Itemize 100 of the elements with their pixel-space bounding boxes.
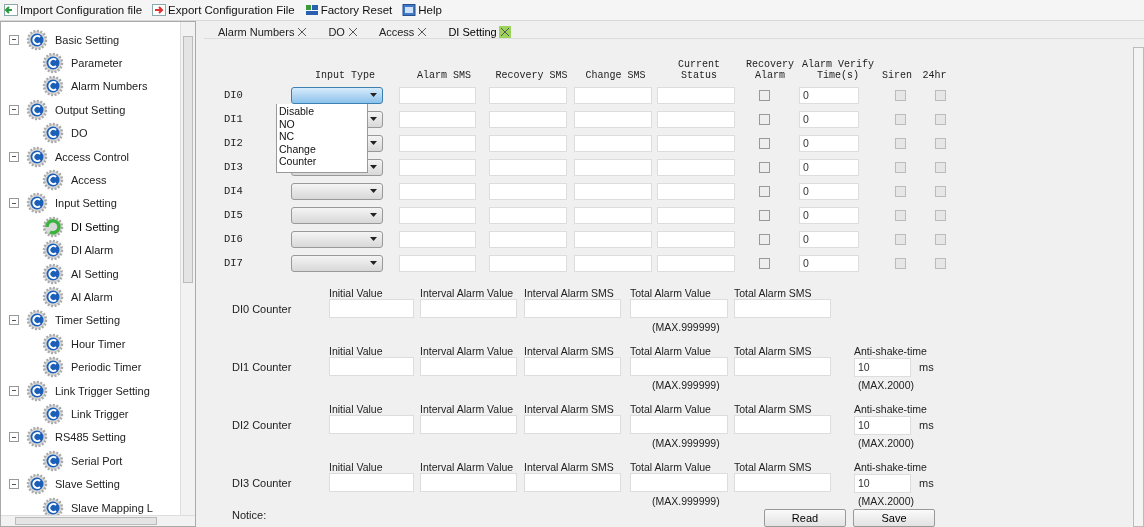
- text-field[interactable]: [524, 357, 621, 376]
- text-field[interactable]: [657, 134, 735, 152]
- text-field[interactable]: [420, 357, 517, 376]
- text-field[interactable]: [657, 110, 735, 128]
- tree-item[interactable]: DO: [69, 126, 90, 141]
- collapse-toggle[interactable]: [9, 104, 19, 115]
- text-field[interactable]: [524, 299, 621, 318]
- text-field[interactable]: [399, 158, 476, 176]
- text-field[interactable]: [399, 254, 476, 272]
- tree-item[interactable]: Timer Setting: [53, 313, 122, 328]
- tree-item[interactable]: AI Alarm: [69, 290, 115, 304]
- collapse-toggle[interactable]: [9, 479, 19, 490]
- checkbox[interactable]: [759, 233, 770, 245]
- text-field[interactable]: [489, 134, 567, 152]
- text-field[interactable]: 10: [854, 415, 911, 435]
- dropdown[interactable]: [291, 206, 383, 224]
- collapse-toggle[interactable]: [9, 151, 19, 162]
- text-field[interactable]: [329, 415, 414, 434]
- text-field[interactable]: 10: [854, 473, 911, 493]
- text-field[interactable]: 0: [799, 182, 859, 200]
- tab[interactable]: DO: [326, 26, 361, 38]
- text-field[interactable]: [630, 473, 728, 492]
- text-field[interactable]: [734, 415, 831, 434]
- scrollbar[interactable]: [180, 22, 195, 516]
- text-field[interactable]: [574, 254, 652, 272]
- dropdown-option[interactable]: NC: [277, 130, 367, 143]
- scrollbar[interactable]: [1133, 47, 1144, 527]
- collapse-toggle[interactable]: [9, 315, 19, 326]
- tree-item[interactable]: Access: [69, 173, 109, 188]
- text-field[interactable]: 0: [799, 134, 859, 152]
- text-field[interactable]: [489, 230, 567, 248]
- text-field[interactable]: [489, 158, 567, 176]
- text-field[interactable]: 0: [799, 158, 859, 176]
- text-field[interactable]: [630, 357, 728, 376]
- tree-item[interactable]: Access Control: [53, 149, 131, 164]
- dropdown-option[interactable]: Change: [277, 142, 367, 155]
- text-field[interactable]: [574, 134, 652, 152]
- text-field[interactable]: [734, 357, 831, 376]
- text-field[interactable]: [420, 473, 517, 492]
- tree-item[interactable]: Hour Timer: [69, 336, 128, 351]
- tree-item[interactable]: Link Trigger: [69, 406, 131, 421]
- text-field[interactable]: [489, 206, 567, 224]
- tree-item[interactable]: Output Setting: [53, 102, 128, 117]
- text-field[interactable]: [574, 86, 652, 104]
- tree-item[interactable]: Link Trigger Setting: [53, 383, 152, 398]
- tab[interactable]: Alarm Numbers: [216, 26, 311, 38]
- text-field[interactable]: [489, 254, 567, 272]
- text-field[interactable]: [657, 158, 735, 176]
- action-button[interactable]: Save: [853, 509, 935, 527]
- text-field[interactable]: [657, 182, 735, 200]
- text-field[interactable]: [657, 230, 735, 248]
- text-field[interactable]: [657, 206, 735, 224]
- text-field[interactable]: [574, 158, 652, 176]
- text-field[interactable]: 0: [799, 110, 859, 128]
- tree-item[interactable]: Slave Setting: [53, 477, 122, 492]
- text-field[interactable]: 0: [799, 206, 859, 224]
- text-field[interactable]: [630, 299, 728, 318]
- text-field[interactable]: [399, 134, 476, 152]
- toolbar-button[interactable]: Import Configuration file: [4, 4, 143, 16]
- text-field[interactable]: [329, 473, 414, 492]
- checkbox[interactable]: [759, 89, 770, 101]
- tree-item[interactable]: RS485 Setting: [53, 430, 128, 445]
- checkbox[interactable]: [759, 137, 770, 149]
- text-field[interactable]: 10: [854, 357, 911, 377]
- text-field[interactable]: [524, 415, 621, 434]
- text-field[interactable]: [399, 206, 476, 224]
- tree-item[interactable]: DI Alarm: [69, 243, 116, 258]
- text-field[interactable]: [489, 182, 567, 200]
- text-field[interactable]: [399, 86, 476, 104]
- tree-item[interactable]: Input Setting: [53, 196, 119, 211]
- checkbox[interactable]: [759, 161, 770, 173]
- text-field[interactable]: [329, 299, 414, 318]
- text-field[interactable]: [630, 415, 728, 434]
- text-field[interactable]: [574, 230, 652, 248]
- text-field[interactable]: 0: [799, 254, 859, 272]
- text-field[interactable]: [734, 299, 831, 318]
- text-field[interactable]: [657, 254, 735, 272]
- text-field[interactable]: [420, 299, 517, 318]
- tree-item[interactable]: Slave Mapping L: [69, 500, 155, 515]
- dropdown-option[interactable]: Disable: [277, 105, 367, 118]
- scrollbar[interactable]: [1, 515, 195, 526]
- text-field[interactable]: [734, 473, 831, 492]
- tab[interactable]: DI Setting: [446, 26, 513, 38]
- dropdown[interactable]: [291, 182, 383, 200]
- text-field[interactable]: [399, 110, 476, 128]
- text-field[interactable]: [329, 357, 414, 376]
- tree-item[interactable]: AI Setting: [69, 266, 121, 281]
- collapse-toggle[interactable]: [9, 198, 19, 209]
- text-field[interactable]: [657, 86, 735, 104]
- collapse-toggle[interactable]: [9, 34, 19, 45]
- toolbar-button[interactable]: Export Configuration File: [152, 4, 295, 16]
- dropdown-option[interactable]: NO: [277, 117, 367, 130]
- checkbox[interactable]: [759, 185, 770, 197]
- tree-item[interactable]: Alarm Numbers: [69, 79, 150, 94]
- toolbar-button[interactable]: Factory Reset: [304, 4, 393, 16]
- toolbar-button[interactable]: Help: [402, 4, 442, 16]
- tab[interactable]: Access: [376, 26, 431, 38]
- dropdown[interactable]: [291, 230, 383, 248]
- checkbox[interactable]: [759, 113, 770, 125]
- checkbox[interactable]: [759, 209, 770, 221]
